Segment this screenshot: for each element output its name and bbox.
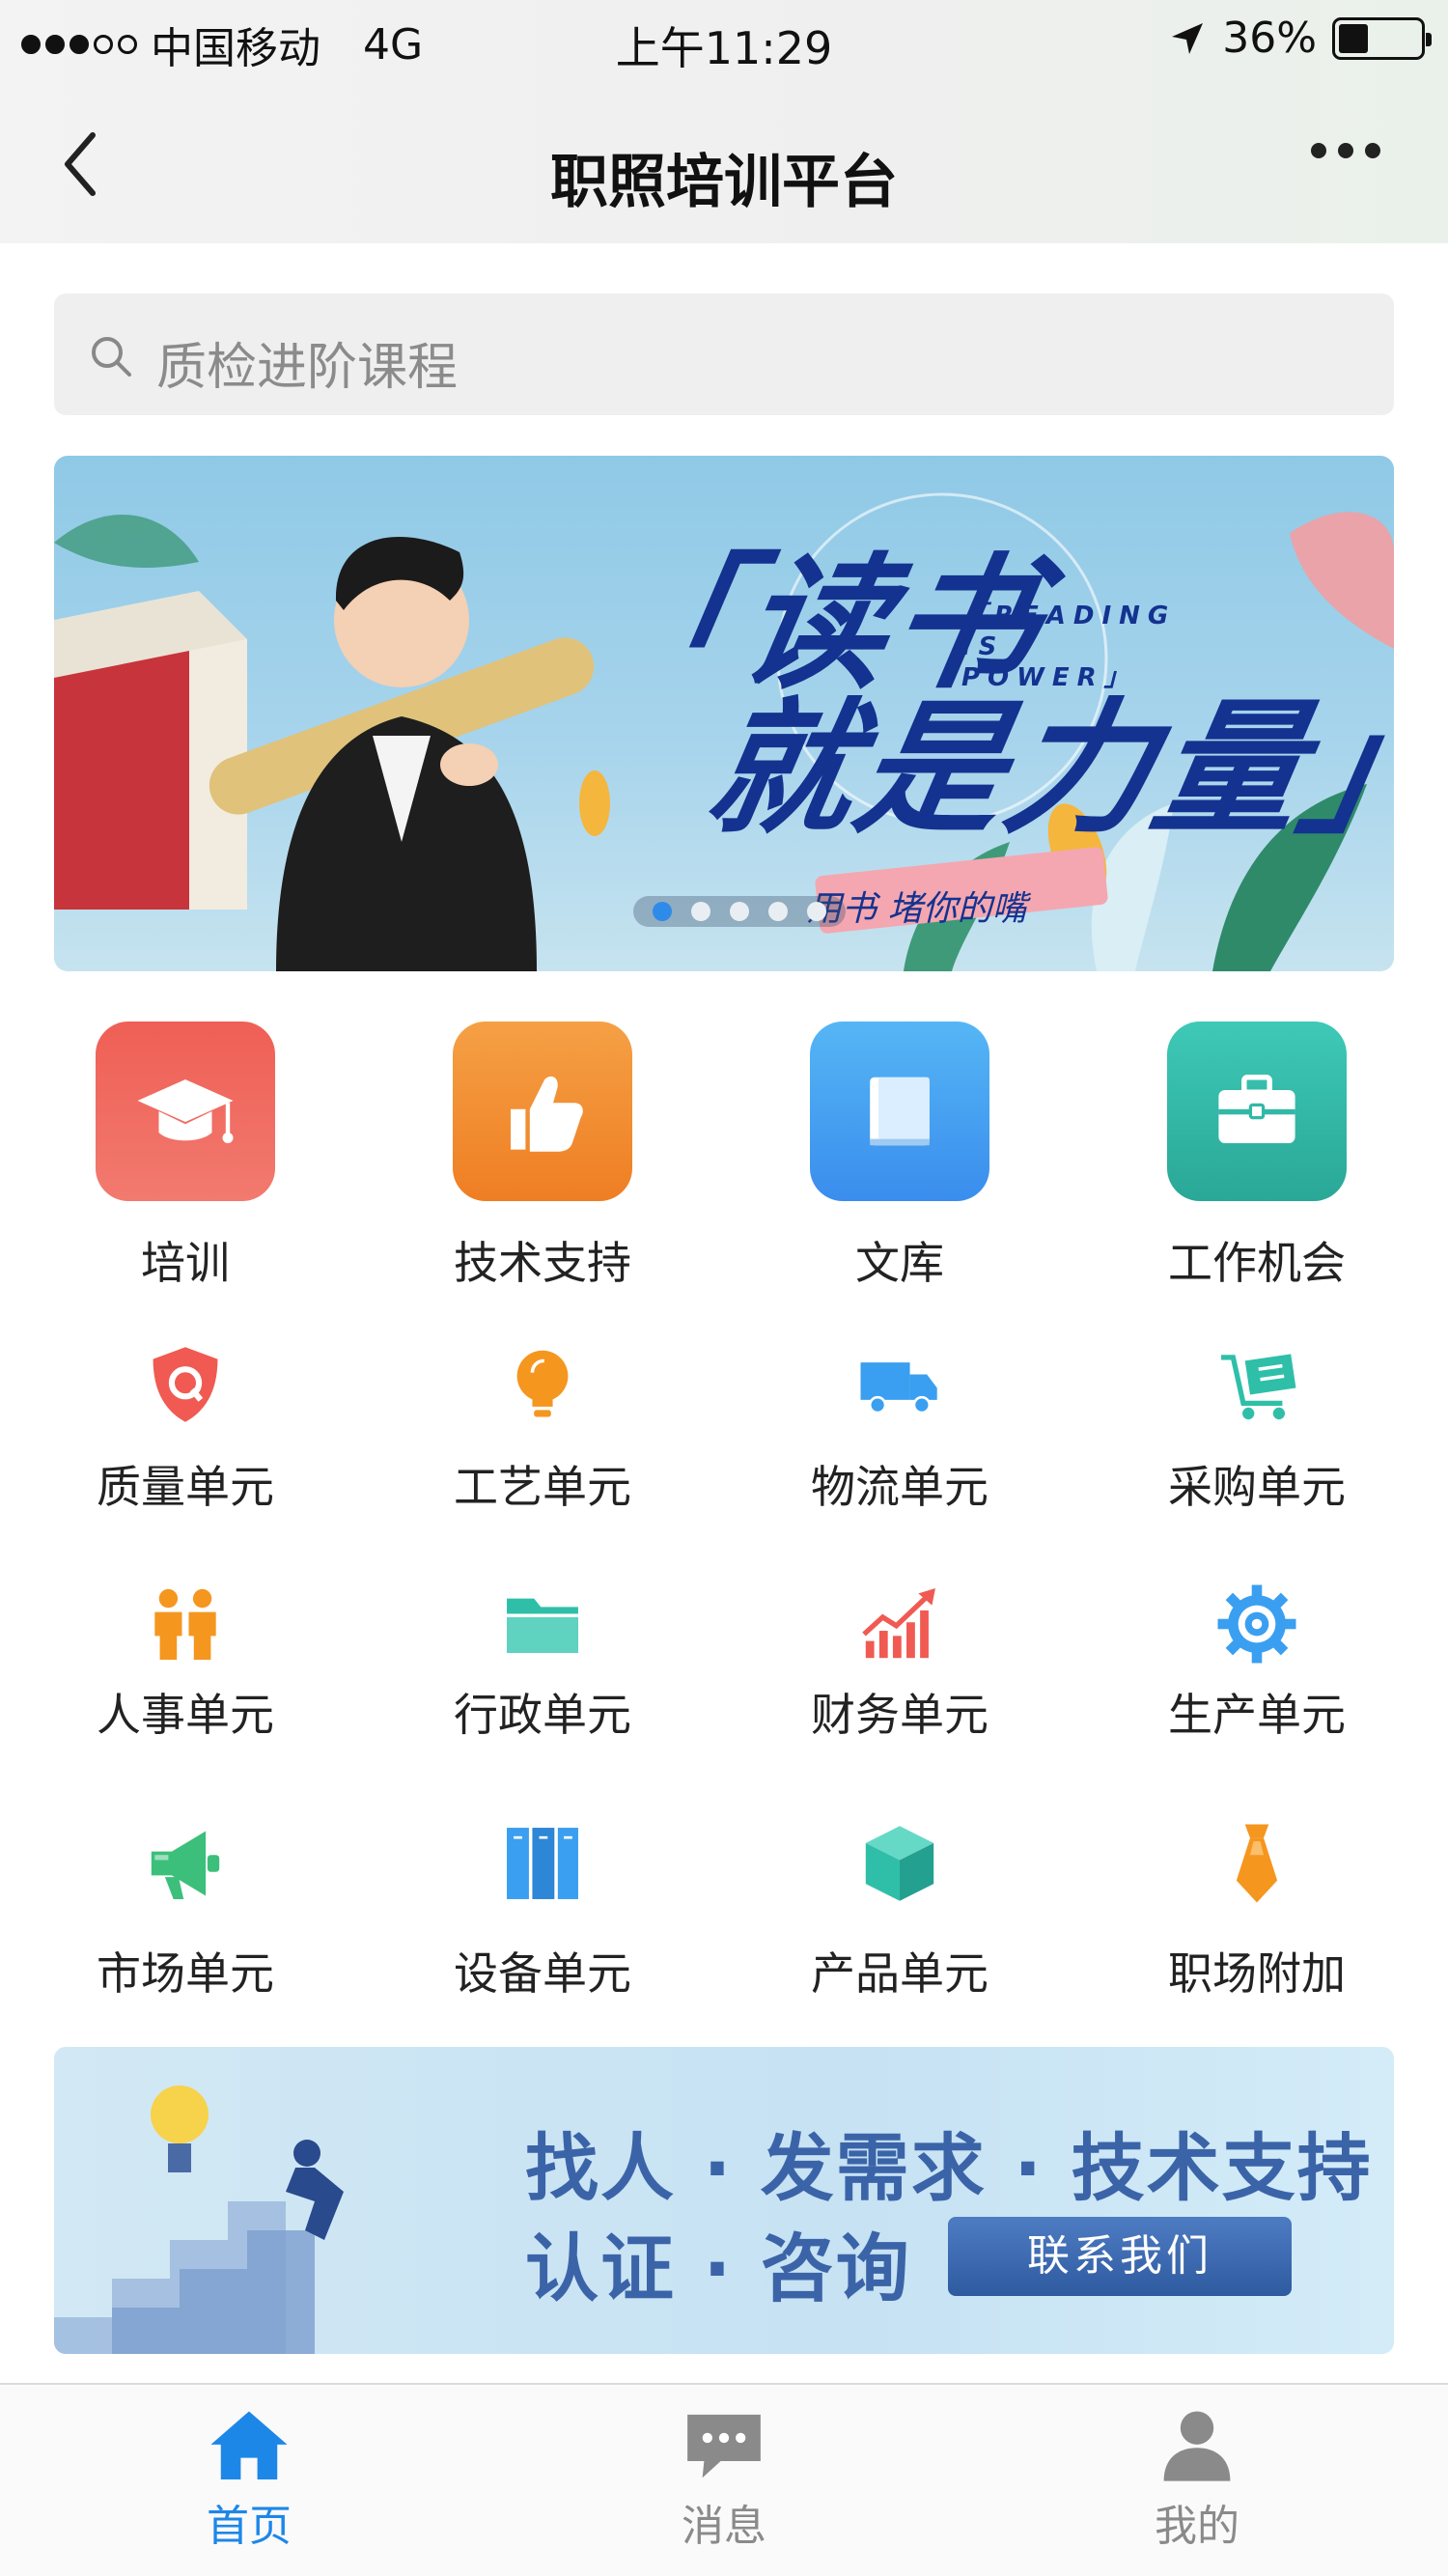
search-icon [92, 337, 131, 377]
unit-label: 财务单元 [811, 1689, 989, 1741]
banner-title-line2: 就是力量」 [695, 686, 1394, 854]
feature-label: 技术支持 [454, 1237, 631, 1289]
battery-fill [1339, 23, 1368, 53]
unit-folder[interactable]: 行政单元 [364, 1576, 721, 1744]
promo-illustration [54, 2086, 344, 2354]
unit-lightbulb[interactable]: 工艺单元 [364, 1336, 721, 1516]
promo-line2: 认证 · 咨询 [525, 2226, 911, 2311]
unit-people[interactable]: 人事单元 [7, 1576, 364, 1744]
feature-label: 培训 [141, 1237, 230, 1289]
tab-label: 我的 [1155, 2502, 1239, 2551]
tab-message[interactable]: 消息 [579, 2408, 869, 2553]
unit-label: 市场单元 [97, 1947, 274, 2000]
feature-thumbs-up[interactable]: 技术支持 [364, 1022, 721, 1292]
unit-cabinet[interactable]: 设备单元 [364, 1815, 721, 2002]
unit-label: 职场附加 [1168, 1947, 1346, 2000]
carousel-dot[interactable] [691, 902, 710, 921]
more-options-button[interactable] [1311, 143, 1380, 158]
unit-label: 行政单元 [454, 1689, 631, 1741]
banner-english: 「READING IS POWER」 [961, 602, 1177, 692]
unit-cart[interactable]: 采购单元 [1078, 1336, 1435, 1516]
unit-label: 质量单元 [97, 1461, 274, 1513]
feature-book[interactable]: 文库 [721, 1022, 1078, 1292]
promo-banner[interactable]: 找人 · 发需求 · 技术支持 认证 · 咨询 联系我们 [54, 2047, 1394, 2354]
search-input[interactable]: 质检进阶课程 [54, 294, 1394, 415]
gear-icon [1209, 1576, 1305, 1672]
unit-quality-shield[interactable]: 质量单元 [7, 1336, 364, 1516]
top-chrome: 中国移动 4G 上午11:29 36% 职照培训平台 [0, 0, 1448, 243]
tab-bar: 首页 消息 我的 [0, 2383, 1448, 2576]
unit-truck[interactable]: 物流单元 [721, 1336, 1078, 1516]
unit-tie[interactable]: 职场附加 [1078, 1815, 1435, 2002]
book-icon [810, 1022, 989, 1201]
cube-icon [851, 1815, 948, 1912]
unit-label: 工艺单元 [454, 1461, 631, 1513]
search-placeholder: 质检进阶课程 [156, 339, 459, 397]
status-bar: 中国移动 4G 上午11:29 36% [0, 0, 1448, 81]
message-icon [681, 2408, 767, 2485]
page-title: 职照培训平台 [550, 149, 898, 216]
people-icon [137, 1576, 234, 1672]
carousel-indicator[interactable] [633, 896, 846, 927]
graduation-cap-icon [96, 1022, 275, 1201]
unit-cube[interactable]: 产品单元 [721, 1815, 1078, 2002]
unit-label: 生产单元 [1168, 1689, 1346, 1741]
quality-shield-icon [137, 1336, 234, 1433]
cart-icon [1209, 1336, 1305, 1433]
tab-label: 消息 [682, 2502, 766, 2551]
dot-icon [1338, 143, 1353, 158]
cabinet-icon [494, 1815, 591, 1912]
feature-label: 文库 [855, 1237, 944, 1289]
unit-label: 采购单元 [1168, 1461, 1346, 1513]
feature-briefcase[interactable]: 工作机会 [1078, 1022, 1435, 1292]
thumbs-up-icon [453, 1022, 632, 1201]
contact-us-button[interactable]: 联系我们 [948, 2217, 1292, 2296]
carousel-dot[interactable] [807, 902, 826, 921]
nav-bar: 职照培训平台 [0, 97, 1448, 243]
unit-label: 物流单元 [811, 1461, 989, 1513]
profile-icon [1154, 2408, 1240, 2485]
tie-icon [1209, 1815, 1305, 1912]
unit-label: 人事单元 [97, 1689, 274, 1741]
folder-icon [494, 1576, 591, 1672]
dot-icon [1311, 143, 1326, 158]
unit-label: 设备单元 [454, 1947, 631, 2000]
tab-profile[interactable]: 我的 [1052, 2408, 1342, 2553]
battery-percent: 36% [1222, 14, 1317, 63]
feature-label: 工作机会 [1168, 1237, 1346, 1289]
lightbulb-icon [494, 1336, 591, 1433]
carousel-dot[interactable] [768, 902, 788, 921]
truck-icon [851, 1336, 948, 1433]
carousel-dot[interactable] [653, 902, 672, 921]
tab-label: 首页 [207, 2502, 292, 2551]
location-arrow-icon [1172, 22, 1204, 54]
battery-icon [1332, 16, 1432, 60]
briefcase-icon [1167, 1022, 1347, 1201]
tab-home[interactable]: 首页 [104, 2408, 394, 2553]
growth-chart-icon [851, 1576, 948, 1672]
unit-label: 产品单元 [811, 1947, 989, 2000]
dot-icon [1365, 143, 1380, 158]
promo-line1: 找人 · 发需求 · 技术支持 [525, 2125, 1373, 2211]
carousel-dot[interactable] [730, 902, 749, 921]
status-right: 36% [1168, 14, 1432, 63]
carousel-banner[interactable]: 「读书 就是力量」 「READING IS POWER」 用书 堵你的嘴 [54, 456, 1394, 971]
unit-growth-chart[interactable]: 财务单元 [721, 1576, 1078, 1744]
unit-gear[interactable]: 生产单元 [1078, 1576, 1435, 1744]
feature-graduation-cap[interactable]: 培训 [7, 1022, 364, 1292]
home-icon [206, 2408, 292, 2485]
megaphone-icon [137, 1815, 234, 1912]
unit-megaphone[interactable]: 市场单元 [7, 1815, 364, 2002]
